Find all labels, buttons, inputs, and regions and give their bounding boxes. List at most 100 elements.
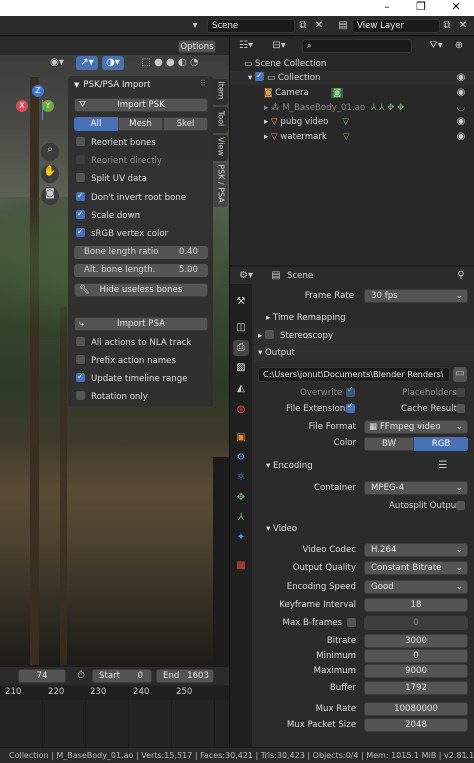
zoom-icon[interactable]: ⌕ [41,143,59,161]
panel-header[interactable]: ▼ PSK/PSA Import [74,78,210,92]
view-layer-icon[interactable]: ▤ [336,19,350,33]
mux-packet-size-field[interactable]: 2048 [364,718,468,732]
render-tab-icon[interactable]: ◫ [233,320,249,336]
video-panel[interactable]: ▾ Video [266,523,297,536]
update-timeline-checkbox[interactable]: Update timeline range [76,370,208,386]
timeline-ruler[interactable] [0,686,229,700]
options-button[interactable]: Options [178,40,216,53]
visibility-eye-icon[interactable]: ◉ [455,115,467,129]
timeline-tracks[interactable] [0,700,229,747]
delete-scene-icon[interactable]: ✕ [312,19,326,33]
folder-icon[interactable]: ▭ [453,367,467,382]
physics-tab-icon[interactable]: ✥ [233,490,249,506]
filter-icon[interactable]: ⛛▾ [426,39,446,53]
srgb-vertex-color-checkbox[interactable]: sRGB vertex color [76,225,208,241]
color-bw-button[interactable]: BW [364,437,414,451]
max-bframes-field[interactable]: 0 [364,616,468,630]
scene-selector[interactable]: Scene [207,19,295,33]
mode-mesh-button[interactable]: Mesh [118,117,163,131]
time-remapping-panel[interactable]: ▸ Time Remapping [266,312,346,325]
file-extensions-checkbox[interactable] [346,401,361,415]
gizmo-y-label[interactable]: Y [42,100,54,112]
delete-layer-icon[interactable]: ✕ [456,19,470,33]
current-frame-field[interactable]: 74 [18,669,66,683]
hide-useless-bones-button[interactable]: 🔧︎ Hide useless bones [74,283,208,297]
tab-view[interactable]: View [213,135,228,161]
tab-psk-psa[interactable]: PSK / PSA [213,163,228,207]
camera-view-icon[interactable]: ◙ [41,187,59,205]
stopwatch-icon[interactable]: ⏱ [74,669,88,683]
buffer-field[interactable]: 1792 [364,681,468,695]
list-item[interactable]: ▸ ▽ pubg video ▽ [230,115,474,129]
prefix-action-checkbox[interactable]: Prefix action names [76,354,208,368]
minimize-button[interactable]: – [371,0,403,16]
new-collection-icon[interactable]: ⊕ [452,39,466,53]
output-tab-icon[interactable]: ⎙ [233,340,249,356]
constraints-tab-icon[interactable]: ⅄ [233,510,249,526]
minimum-field[interactable]: 0 [364,649,468,663]
outliner-display-mode-icon[interactable]: ☷▾ [236,39,256,53]
start-frame-field[interactable]: Start 0 [92,669,152,683]
shading-modes-icon[interactable]: ⬚ ● ● ◐ ◔ [130,56,210,70]
list-item[interactable]: ▭ Scene Collection [230,57,474,71]
duplicate-scene-icon[interactable]: ⧉ [296,19,310,33]
overwrite-checkbox[interactable] [346,385,361,399]
reorient-bones-checkbox[interactable]: Reorient bones [76,136,208,150]
output-panel[interactable]: ▾ Output [258,347,295,360]
properties-editor-icon[interactable]: ⚙▾ [236,269,256,283]
texture-tab-icon[interactable]: ▩ [233,558,249,574]
gizmo-z-label[interactable]: Z [32,85,44,97]
exclude-checkbox[interactable] [255,69,265,83]
container-dropdown[interactable]: MPEG-4 ⌄ [364,481,468,495]
import-psa-button[interactable]: ⤷ Import PSA [74,317,208,331]
particles-tab-icon[interactable]: ⚛ [233,470,249,486]
maximum-field[interactable]: 9000 [364,664,468,678]
list-item[interactable]: ▸ ⁂ M_BaseBody_01.ao ⅄ ⅄ ✥ ✥ [230,101,474,115]
encoding-panel[interactable]: ▾ Encoding [266,460,313,473]
visibility-eye-icon[interactable]: ◉ [455,130,467,144]
view-layer-tab-icon[interactable]: ▨ [233,360,249,376]
placeholders-checkbox[interactable] [456,388,471,399]
stereoscopy-header[interactable]: ▸ Stereoscopy [258,330,333,343]
video-codec-dropdown[interactable]: H.264 ⌄ [364,543,468,557]
gizmo-x-label[interactable]: X [16,100,28,112]
mode-skel-button[interactable]: Skel [163,117,208,131]
stereoscopy-checkbox[interactable] [265,330,275,339]
rotation-only-checkbox[interactable]: Rotation only [76,390,208,404]
output-quality-dropdown[interactable]: Constant Bitrate ⌄ [364,561,468,575]
dont-invert-root-checkbox[interactable]: Don't invert root bone [76,189,208,205]
color-rgb-button[interactable]: RGB [414,437,468,451]
visibility-icon[interactable]: ◉▾ [40,56,74,70]
end-frame-field[interactable]: End 1603 [156,669,214,683]
cache-result-checkbox[interactable] [456,404,471,415]
outliner-search-input[interactable]: ⌕ [302,39,412,53]
gizmo-toggle-icon[interactable]: ↗▾ [76,56,98,70]
filter-settings-icon[interactable]: ⊟▾ [264,39,294,53]
modifier-tab-icon[interactable]: ⚙ [233,450,249,466]
navigation-gizmo[interactable]: Z X Y [16,80,64,122]
mode-all-button[interactable]: All [74,117,118,131]
import-psk-button[interactable]: ⛛ Import PSK [74,98,208,112]
mux-rate-field[interactable]: 10080000 [364,702,468,716]
scene-tab-icon[interactable]: ◭ [233,381,249,397]
view-layer-selector[interactable]: View Layer [352,19,440,33]
reorient-directly-checkbox[interactable]: Reorient directly [76,154,208,168]
overlay-toggle-icon[interactable]: ◑▾ [102,56,124,70]
duplicate-layer-icon[interactable]: ⧉ [440,19,454,33]
pan-hand-icon[interactable]: ✋ [41,165,59,183]
alt-bone-length-field[interactable]: Alt. bone length. 5.00 [74,264,208,277]
visibility-eye-icon[interactable]: ◉ [455,86,467,100]
presets-list-icon[interactable]: ☰ [436,459,450,473]
keyframe-interval-field[interactable]: 18 [364,598,468,612]
autosplit-checkbox[interactable] [456,501,471,512]
bitrate-field[interactable]: 3000 [364,634,468,648]
object-tab-icon[interactable]: ▣ [233,430,249,446]
list-item[interactable]: ▸ ▽ watermark ▽ [230,130,474,144]
list-item[interactable]: ◙ Camera ◙ [230,86,474,100]
list-item[interactable]: ▾ ▭ Collection [230,69,474,85]
drag-handle-icon[interactable]: ⠿ [200,79,210,91]
visibility-eye-icon[interactable]: ◉ [455,71,467,85]
scene-icon[interactable]: ▾ [186,19,204,33]
world-tab-icon[interactable]: ◍ [233,402,249,418]
bone-length-ratio-field[interactable]: Bone length ratio 0.40 [74,246,208,259]
